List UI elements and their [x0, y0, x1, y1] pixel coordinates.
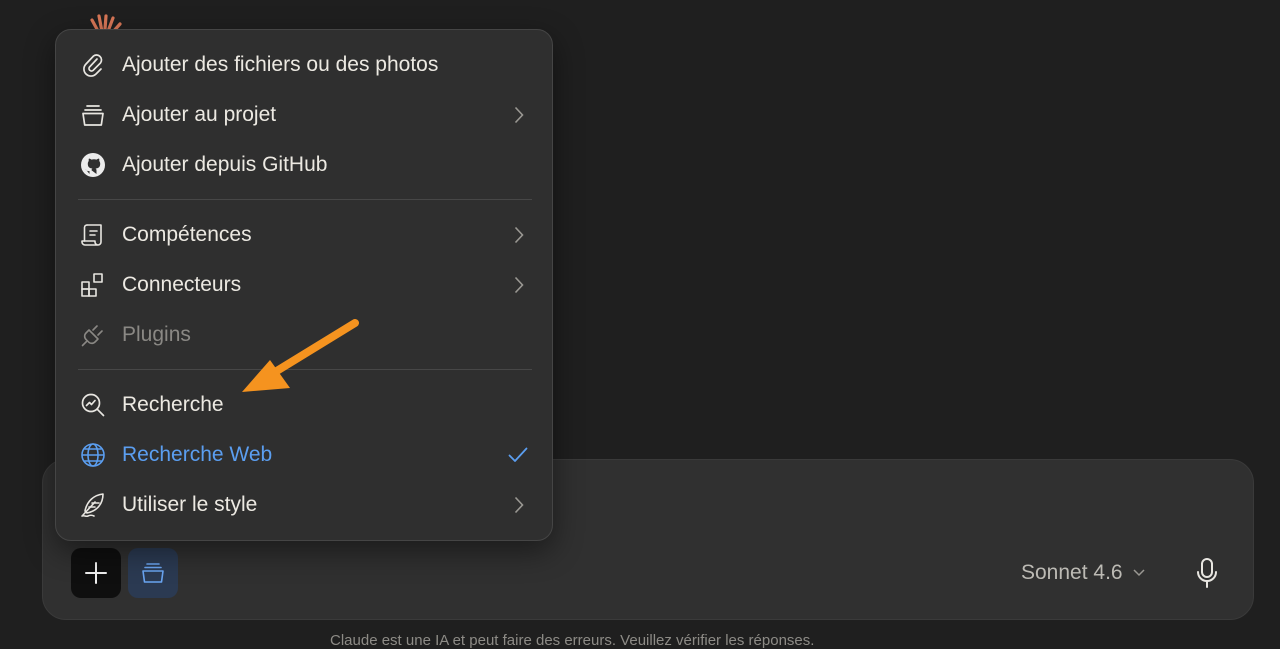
menu-item-research[interactable]: Recherche: [56, 382, 552, 428]
chevron-down-icon: [1133, 569, 1145, 577]
add-content-menu: Ajouter des fichiers ou des photos Ajout…: [55, 29, 553, 541]
add-content-button[interactable]: [71, 548, 121, 598]
checkmark-icon: [508, 445, 530, 465]
menu-item-connectors[interactable]: Connecteurs: [56, 262, 552, 308]
chevron-right-icon: [514, 495, 530, 515]
menu-item-label: Plugins: [122, 323, 191, 346]
disclaimer-text: Claude est une IA et peut faire des erre…: [330, 632, 815, 649]
menu-item-add-to-project[interactable]: Ajouter au projet: [56, 92, 552, 138]
menu-item-web-search[interactable]: Recherche Web: [56, 432, 552, 478]
menu-item-add-files[interactable]: Ajouter des fichiers ou des photos: [56, 42, 552, 88]
menu-item-add-from-github[interactable]: Ajouter depuis GitHub: [56, 142, 552, 188]
chevron-right-icon: [514, 225, 530, 245]
menu-divider: [78, 369, 532, 370]
menu-item-use-style[interactable]: Utiliser le style: [56, 482, 552, 528]
model-label: Sonnet 4.6: [1021, 561, 1123, 584]
paperclip-icon: [79, 51, 107, 79]
menu-item-plugins: Plugins: [56, 312, 552, 358]
project-button[interactable]: [128, 548, 178, 598]
github-icon: [79, 151, 107, 179]
menu-item-skills[interactable]: Compétences: [56, 212, 552, 258]
plug-icon: [79, 321, 107, 349]
microphone-button[interactable]: [1193, 556, 1221, 590]
menu-item-label: Ajouter depuis GitHub: [122, 153, 328, 176]
menu-divider: [78, 199, 532, 200]
menu-item-label: Recherche: [122, 393, 224, 416]
microphone-icon: [1197, 558, 1217, 588]
research-icon: [79, 391, 107, 419]
quill-icon: [79, 491, 107, 519]
menu-item-label: Connecteurs: [122, 273, 242, 296]
model-selector[interactable]: Sonnet 4.6: [1021, 560, 1145, 586]
menu-item-label: Ajouter au projet: [122, 103, 277, 126]
plus-icon: [85, 562, 107, 584]
globe-icon: [79, 441, 107, 469]
project-box-icon: [79, 101, 107, 129]
project-box-icon: [142, 563, 164, 583]
menu-item-label: Compétences: [122, 223, 252, 246]
chevron-right-icon: [514, 105, 530, 125]
scroll-icon: [79, 221, 107, 249]
menu-item-label: Recherche Web: [122, 443, 273, 466]
menu-item-label: Utiliser le style: [122, 493, 258, 516]
blocks-icon: [79, 271, 107, 299]
chevron-right-icon: [514, 275, 530, 295]
menu-item-label: Ajouter des fichiers ou des photos: [122, 53, 439, 76]
